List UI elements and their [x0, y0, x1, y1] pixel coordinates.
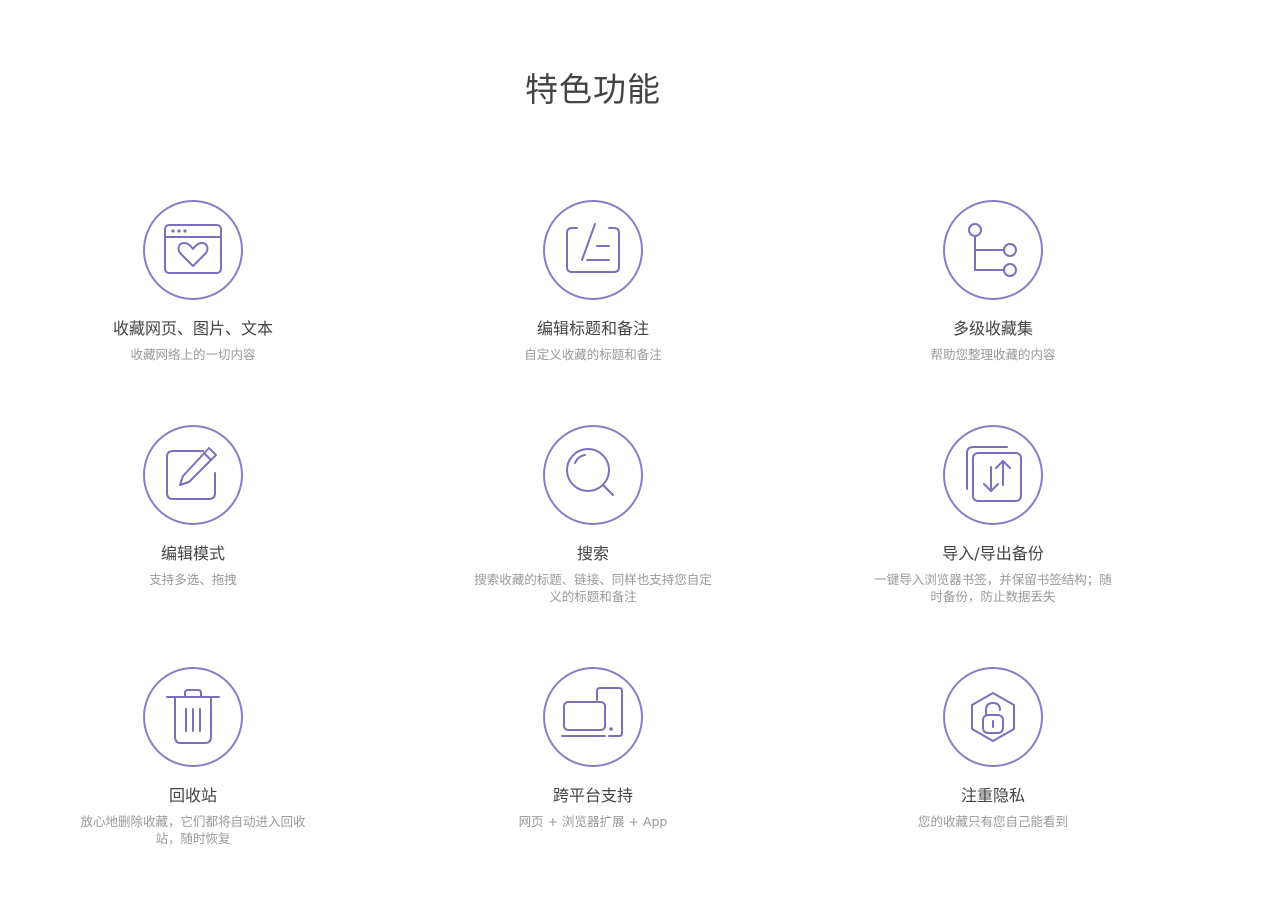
feature-icon-circle	[143, 200, 243, 300]
pencil-icon	[166, 447, 217, 500]
feature-desc: 自定义收藏的标题和备注	[524, 347, 662, 362]
feature-edit-title: 编辑标题和备注 自定义收藏的标题和备注	[468, 200, 718, 363]
feature-desc: 搜索收藏的标题、链接、同样也支持您自定义的标题和备注	[474, 572, 712, 604]
feature-title: 多级收藏集	[952, 319, 1033, 338]
tree-hierarchy-icon	[968, 223, 1017, 277]
feature-import-export: 导入/导出备份 一键导入浏览器书签，并保留书签结构；随时备份，防止数据丢失	[868, 425, 1118, 605]
search-icon	[566, 448, 614, 496]
feature-desc: 一键导入浏览器书签，并保留书签结构；随时备份，防止数据丢失	[874, 572, 1112, 604]
devices-icon	[561, 687, 623, 737]
feature-collect: 收藏网页、图片、文本 收藏网络上的一切内容	[68, 200, 318, 363]
feature-edit-mode: 编辑模式 支持多选、拖拽	[68, 425, 318, 588]
feature-icon-circle	[143, 425, 243, 525]
feature-icon-circle	[943, 425, 1043, 525]
feature-desc: 支持多选、拖拽	[149, 572, 237, 587]
feature-icon-circle	[143, 667, 243, 767]
feature-multi-level: 多级收藏集 帮助您整理收藏的内容	[868, 200, 1118, 363]
edit-note-icon	[566, 223, 620, 273]
feature-title: 搜索	[576, 544, 609, 563]
feature-desc: 帮助您整理收藏的内容	[930, 347, 1056, 362]
feature-title: 跨平台支持	[552, 786, 633, 805]
import-export-icon	[966, 446, 1022, 502]
feature-title: 编辑标题和备注	[536, 319, 649, 338]
feature-search: 搜索 搜索收藏的标题、链接、同样也支持您自定义的标题和备注	[468, 425, 718, 605]
feature-title: 回收站	[168, 786, 217, 805]
feature-desc: 网页 + 浏览器扩展 + App	[518, 814, 668, 829]
feature-desc: 收藏网络上的一切内容	[130, 347, 256, 362]
feature-recycle-bin: 回收站 放心地删除收藏，它们都将自动进入回收站，随时恢复	[68, 667, 318, 847]
feature-title: 导入/导出备份	[942, 544, 1044, 563]
feature-privacy: 注重隐私 您的收藏只有您自己能看到	[868, 667, 1118, 830]
page-title: 特色功能	[525, 70, 661, 109]
lock-icon	[971, 692, 1015, 742]
feature-icon-circle	[943, 200, 1043, 300]
feature-title: 收藏网页、图片、文本	[112, 319, 273, 338]
feature-cross-platform: 跨平台支持 网页 + 浏览器扩展 + App	[468, 667, 718, 830]
feature-desc: 放心地删除收藏，它们都将自动进入回收站，随时恢复	[80, 814, 306, 846]
browser-heart-icon	[164, 224, 222, 274]
feature-icon-circle	[543, 667, 643, 767]
feature-icon-circle	[543, 425, 643, 525]
feature-icon-circle	[543, 200, 643, 300]
feature-icon-circle	[943, 667, 1043, 767]
feature-title: 注重隐私	[960, 786, 1025, 805]
feature-desc: 您的收藏只有您自己能看到	[917, 814, 1068, 829]
trash-icon	[166, 689, 220, 744]
feature-title: 编辑模式	[160, 544, 225, 563]
